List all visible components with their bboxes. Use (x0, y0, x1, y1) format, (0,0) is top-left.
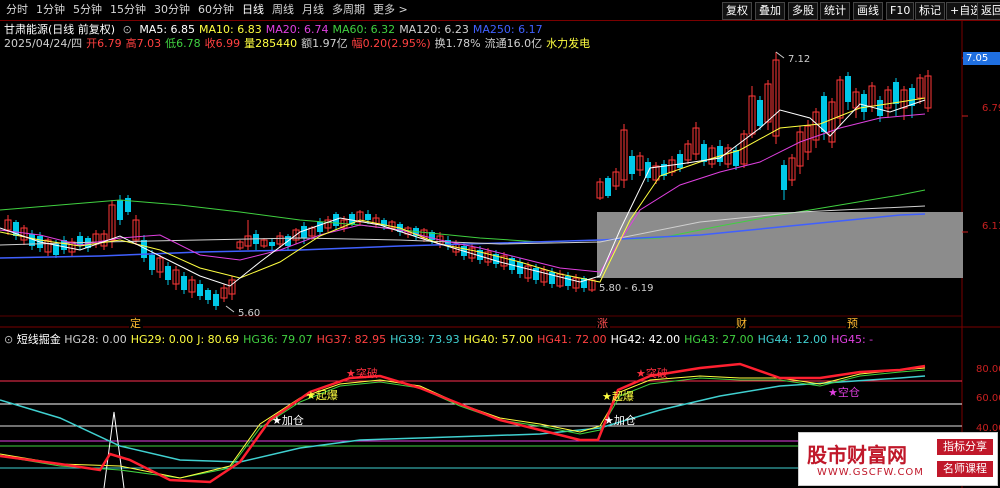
candle-body (533, 268, 539, 280)
candle-body (629, 156, 635, 174)
value-item: HG37: 82.95 (316, 333, 387, 346)
candle-body (549, 272, 555, 284)
candle-body (845, 76, 851, 102)
range-box (597, 212, 963, 278)
indicator-name: 短线掘金 (16, 333, 61, 346)
signal-label: ★起爆 (306, 388, 338, 402)
candle-body (701, 144, 707, 162)
indicator-axis-label: 80.00 (976, 364, 1000, 375)
kline-chart[interactable]: 7.125.605.80 - 6.19定涨财预★加仓★起爆★突破★加仓★起爆★突… (0, 0, 1000, 488)
candle-body (317, 222, 323, 232)
candle-body (717, 146, 723, 162)
candle-body (165, 266, 171, 280)
indicator-axis-label: 60.00 (976, 393, 1000, 404)
value-item: HG43: 27.00 (684, 333, 754, 346)
candle-body (605, 178, 611, 196)
value-item: HG28: 0.00 (64, 333, 127, 346)
event-tag: 财 (736, 316, 747, 330)
watermark-url: WWW.GSCFW.COM (817, 467, 924, 478)
candle-body (821, 96, 827, 132)
price-axis-label: 6.11 (982, 221, 1000, 232)
signal-label: ★突破 (636, 366, 668, 380)
value-item: HG45: - (831, 333, 874, 346)
spike-line (103, 411, 125, 488)
candle-body (269, 242, 275, 246)
value-item: HG41: 72.00 (537, 333, 607, 346)
candle-body (181, 276, 187, 290)
j-line (0, 367, 926, 479)
value-item: HG42: 42.00 (610, 333, 681, 346)
candle-body (301, 226, 307, 238)
candle-body (365, 214, 371, 220)
watermark-main: 股市财富网 (807, 443, 907, 467)
hg37-line (0, 362, 926, 484)
candle-body (861, 94, 867, 112)
value-item: HG44: 12.00 (757, 333, 828, 346)
hg39-line (0, 375, 926, 463)
high-marker: 7.12 (788, 54, 810, 65)
value-item: HG39: 73.93 (390, 333, 460, 346)
candle-body (877, 100, 883, 116)
event-tag: 涨 (597, 317, 608, 330)
signal-label: ★加仓 (272, 413, 304, 427)
high-pointer (775, 51, 785, 59)
watermark-tag: 名师课程 (937, 461, 993, 477)
candle-body (197, 284, 203, 296)
current-price-box: 7.05 (963, 52, 1000, 65)
low-pointer (225, 305, 235, 313)
candle-body (781, 165, 787, 190)
value-item: J: 80.69 (197, 333, 240, 346)
signal-label: ★突破 (346, 366, 378, 380)
candle-body (757, 100, 763, 126)
value-item: HG29: 0.00 (130, 333, 194, 346)
value-item: HG36: 79.07 (243, 333, 313, 346)
candle-body (205, 290, 211, 300)
price-axis-label: 6.79 (982, 103, 1000, 114)
low-marker: 5.60 (238, 308, 260, 319)
watermark-tag: 指标分享 (937, 439, 993, 455)
candle-body (565, 276, 571, 286)
range-label: 5.80 - 6.19 (599, 283, 654, 294)
indicator-header: ⊙ 短线掘金 HG28: 0.00 HG29: 0.00 J: 80.69 HG36:… (4, 331, 877, 347)
candle-body (733, 150, 739, 166)
candle-body (117, 200, 123, 220)
candle-body (677, 154, 683, 168)
event-tag: 定 (130, 316, 141, 330)
candle-body (893, 82, 899, 104)
signal-label: ★空仓 (828, 385, 860, 399)
signal-label: ★加仓 (604, 413, 636, 427)
settings-icon[interactable]: ⊙ (4, 333, 13, 346)
event-tag: 预 (847, 317, 858, 330)
watermark: 股市财富网 WWW.GSCFW.COM 指标分享 名师课程 (798, 432, 998, 486)
signal-label: ★起爆 (602, 389, 634, 403)
candle-body (149, 255, 155, 270)
candle-body (213, 294, 219, 306)
value-item: HG40: 57.00 (463, 333, 534, 346)
